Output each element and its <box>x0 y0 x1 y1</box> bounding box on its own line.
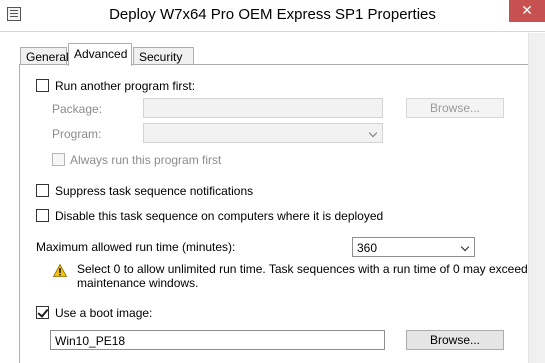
suppress-notifications-label: Suppress task sequence notifications <box>55 184 254 198</box>
warning-icon <box>53 264 67 277</box>
run-another-program-label: Run another program first: <box>55 79 196 93</box>
package-field[interactable] <box>143 98 383 118</box>
window-title: Deploy W7x64 Pro OEM Express SP1 Propert… <box>109 6 436 23</box>
disable-task-sequence-checkbox[interactable] <box>36 209 49 222</box>
run-another-program-checkbox[interactable] <box>36 79 49 92</box>
package-browse-button[interactable]: Browse... <box>406 98 504 118</box>
always-run-checkbox[interactable] <box>52 153 65 166</box>
tab-general[interactable]: General <box>20 47 69 65</box>
disable-task-sequence-label: Disable this task sequence on computers … <box>55 209 384 223</box>
program-dropdown[interactable] <box>143 123 383 143</box>
package-label: Package: <box>52 102 103 116</box>
use-boot-image-label: Use a boot image: <box>55 306 153 320</box>
use-boot-image-checkbox[interactable] <box>36 306 49 319</box>
program-label: Program: <box>52 127 102 141</box>
dialog-client: General Advanced Security Run another pr… <box>0 33 545 363</box>
max-runtime-dropdown[interactable]: 360 <box>352 237 475 257</box>
boot-image-browse-button[interactable]: Browse... <box>406 330 504 350</box>
max-runtime-label: Maximum allowed run time (minutes): <box>36 240 236 254</box>
close-button[interactable]: ✕ <box>509 0 545 22</box>
runtime-warning-text: Select 0 to allow unlimited run time. Ta… <box>77 262 528 290</box>
always-run-label: Always run this program first <box>70 153 222 167</box>
boot-image-field[interactable]: Win10_PE18 <box>50 330 385 350</box>
suppress-notifications-checkbox[interactable] <box>36 184 49 197</box>
title-bar: Deploy W7x64 Pro OEM Express SP1 Propert… <box>0 0 545 32</box>
tab-advanced[interactable]: Advanced <box>68 43 132 66</box>
tab-security[interactable]: Security <box>133 47 194 65</box>
advanced-panel: Run another program first: Package: Brow… <box>19 64 545 363</box>
chevron-down-icon <box>368 128 378 138</box>
chevron-down-icon <box>460 242 470 252</box>
vertical-scrollbar[interactable] <box>528 33 545 363</box>
